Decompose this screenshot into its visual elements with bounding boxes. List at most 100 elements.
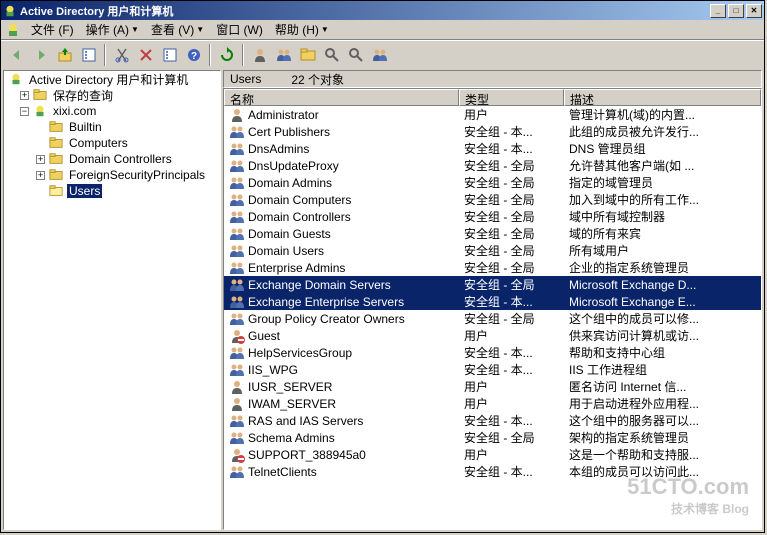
row-name: IIS_WPG bbox=[248, 363, 298, 377]
col-desc[interactable]: 描述 bbox=[564, 89, 761, 106]
list-row[interactable]: Domain Admins安全组 - 全局指定的域管理员 bbox=[224, 174, 761, 191]
menu-action[interactable]: 操作 (A)▼ bbox=[80, 19, 145, 40]
help-button[interactable] bbox=[182, 44, 205, 66]
add-to-group-button[interactable] bbox=[368, 44, 391, 66]
nav-back-button[interactable] bbox=[5, 44, 28, 66]
close-button[interactable]: ✕ bbox=[746, 4, 762, 18]
list-row[interactable]: IUSR_SERVER用户匿名访问 Internet 信... bbox=[224, 378, 761, 395]
row-type: 安全组 - 全局 bbox=[459, 174, 564, 191]
list-row[interactable]: Exchange Domain Servers安全组 - 全局Microsoft… bbox=[224, 276, 761, 293]
tree-domain[interactable]: − xixi.com bbox=[4, 103, 220, 119]
separator bbox=[242, 44, 244, 66]
tree-fsp[interactable]: + ForeignSecurityPrincipals bbox=[4, 167, 220, 183]
nav-forward-button[interactable] bbox=[29, 44, 52, 66]
menu-window[interactable]: 窗口 (W) bbox=[210, 19, 269, 40]
list-row[interactable]: Group Policy Creator Owners安全组 - 全局这个组中的… bbox=[224, 310, 761, 327]
col-name[interactable]: 名称 bbox=[224, 89, 459, 106]
menu-window-icon[interactable] bbox=[5, 22, 21, 38]
menu-file[interactable]: 文件 (F) bbox=[25, 19, 80, 40]
guest-icon bbox=[229, 328, 245, 344]
list-row[interactable]: Cert Publishers安全组 - 本...此组的成员被允许发行... bbox=[224, 123, 761, 140]
cut-button[interactable] bbox=[110, 44, 133, 66]
row-desc: 域中所有域控制器 bbox=[564, 208, 761, 225]
toolbar bbox=[1, 40, 764, 68]
minimize-button[interactable]: _ bbox=[710, 4, 726, 18]
expand-icon[interactable]: + bbox=[36, 155, 45, 164]
list-row[interactable]: Domain Controllers安全组 - 全局域中所有域控制器 bbox=[224, 208, 761, 225]
list-row[interactable]: Enterprise Admins安全组 - 全局企业的指定系统管理员 bbox=[224, 259, 761, 276]
list-row[interactable]: HelpServicesGroup安全组 - 本...帮助和支持中心组 bbox=[224, 344, 761, 361]
row-type: 安全组 - 全局 bbox=[459, 157, 564, 174]
row-desc: 本组的成员可以访问此... bbox=[564, 463, 761, 480]
maximize-button[interactable]: □ bbox=[728, 4, 744, 18]
delete-button[interactable] bbox=[134, 44, 157, 66]
row-name: HelpServicesGroup bbox=[248, 346, 352, 360]
tree-computers[interactable]: Computers bbox=[4, 135, 220, 151]
tree-users[interactable]: Users bbox=[4, 183, 220, 199]
menu-help[interactable]: 帮助 (H)▼ bbox=[269, 19, 335, 40]
row-type: 安全组 - 本... bbox=[459, 412, 564, 429]
users-icon bbox=[229, 141, 245, 157]
row-name: Domain Computers bbox=[248, 193, 351, 207]
tree-domain-controllers[interactable]: + Domain Controllers bbox=[4, 151, 220, 167]
row-type: 安全组 - 本... bbox=[459, 123, 564, 140]
properties-button[interactable] bbox=[77, 44, 100, 66]
row-desc: 允许替其他客户端(如 ... bbox=[564, 157, 761, 174]
list-row[interactable]: SUPPORT_388945a0用户这是一个帮助和支持服... bbox=[224, 446, 761, 463]
row-type: 用户 bbox=[459, 378, 564, 395]
row-desc: 这是一个帮助和支持服... bbox=[564, 446, 761, 463]
users-icon bbox=[229, 175, 245, 191]
row-name: TelnetClients bbox=[248, 465, 317, 479]
row-type: 安全组 - 本... bbox=[459, 361, 564, 378]
refresh-button[interactable] bbox=[215, 44, 238, 66]
collapse-icon[interactable]: − bbox=[20, 107, 29, 116]
list-row[interactable]: IWAM_SERVER用户用于启动进程外应用程... bbox=[224, 395, 761, 412]
row-name: IWAM_SERVER bbox=[248, 397, 336, 411]
list-row[interactable]: TelnetClients 安全组 - 本...本组的成员可以访问此... bbox=[224, 463, 761, 480]
list-row[interactable]: DnsAdmins安全组 - 本...DNS 管理员组 bbox=[224, 140, 761, 157]
status-bar: Users 22 个对象 bbox=[223, 70, 762, 88]
list-row[interactable]: DnsUpdateProxy安全组 - 全局允许替其他客户端(如 ... bbox=[224, 157, 761, 174]
tree-root[interactable]: Active Directory 用户和计算机 bbox=[4, 71, 220, 87]
row-desc: 这个组中的成员可以修... bbox=[564, 310, 761, 327]
user-icon bbox=[229, 379, 245, 395]
expand-icon[interactable]: + bbox=[20, 91, 29, 100]
list-row[interactable]: RAS and IAS Servers安全组 - 本...这个组中的服务器可以.… bbox=[224, 412, 761, 429]
list-view[interactable]: 名称 类型 描述 Administrator用户管理计算机(域)的内置...Ce… bbox=[223, 88, 762, 530]
row-desc: 帮助和支持中心组 bbox=[564, 344, 761, 361]
user-icon bbox=[229, 396, 245, 412]
users-icon bbox=[229, 413, 245, 429]
user-icon bbox=[229, 107, 245, 123]
properties2-button[interactable] bbox=[158, 44, 181, 66]
list-row[interactable]: IIS_WPG 安全组 - 本...IIS 工作进程组 bbox=[224, 361, 761, 378]
row-desc: IIS 工作进程组 bbox=[564, 361, 761, 378]
users-icon bbox=[229, 345, 245, 361]
users-icon bbox=[229, 192, 245, 208]
titlebar: Active Directory 用户和计算机 _ □ ✕ bbox=[1, 1, 764, 20]
expand-icon[interactable]: + bbox=[36, 171, 45, 180]
list-row[interactable]: Domain Users安全组 - 全局所有域用户 bbox=[224, 242, 761, 259]
col-type[interactable]: 类型 bbox=[459, 89, 564, 106]
nav-up-button[interactable] bbox=[53, 44, 76, 66]
filter-button[interactable] bbox=[320, 44, 343, 66]
column-headers: 名称 类型 描述 bbox=[224, 89, 761, 106]
list-row[interactable]: Schema Admins安全组 - 全局架构的指定系统管理员 bbox=[224, 429, 761, 446]
list-row[interactable]: Domain Guests安全组 - 全局域的所有来宾 bbox=[224, 225, 761, 242]
tree-builtin[interactable]: Builtin bbox=[4, 119, 220, 135]
menu-view[interactable]: 查看 (V)▼ bbox=[145, 19, 210, 40]
list-row[interactable]: Domain Computers安全组 - 全局加入到域中的所有工作... bbox=[224, 191, 761, 208]
new-ou-button[interactable] bbox=[296, 44, 319, 66]
tree-view[interactable]: Active Directory 用户和计算机 + 保存的查询 − xixi.c… bbox=[3, 70, 221, 530]
row-type: 安全组 - 本... bbox=[459, 463, 564, 480]
find-button[interactable] bbox=[344, 44, 367, 66]
new-user-button[interactable] bbox=[248, 44, 271, 66]
tree-saved-queries[interactable]: + 保存的查询 bbox=[4, 87, 220, 103]
list-row[interactable]: Guest用户供来宾访问计算机或访... bbox=[224, 327, 761, 344]
status-container: Users bbox=[230, 72, 261, 86]
row-type: 用户 bbox=[459, 327, 564, 344]
new-group-button[interactable] bbox=[272, 44, 295, 66]
list-row[interactable]: Exchange Enterprise Servers安全组 - 本...Mic… bbox=[224, 293, 761, 310]
row-type: 安全组 - 本... bbox=[459, 140, 564, 157]
list-row[interactable]: Administrator用户管理计算机(域)的内置... bbox=[224, 106, 761, 123]
row-desc: 域的所有来宾 bbox=[564, 225, 761, 242]
